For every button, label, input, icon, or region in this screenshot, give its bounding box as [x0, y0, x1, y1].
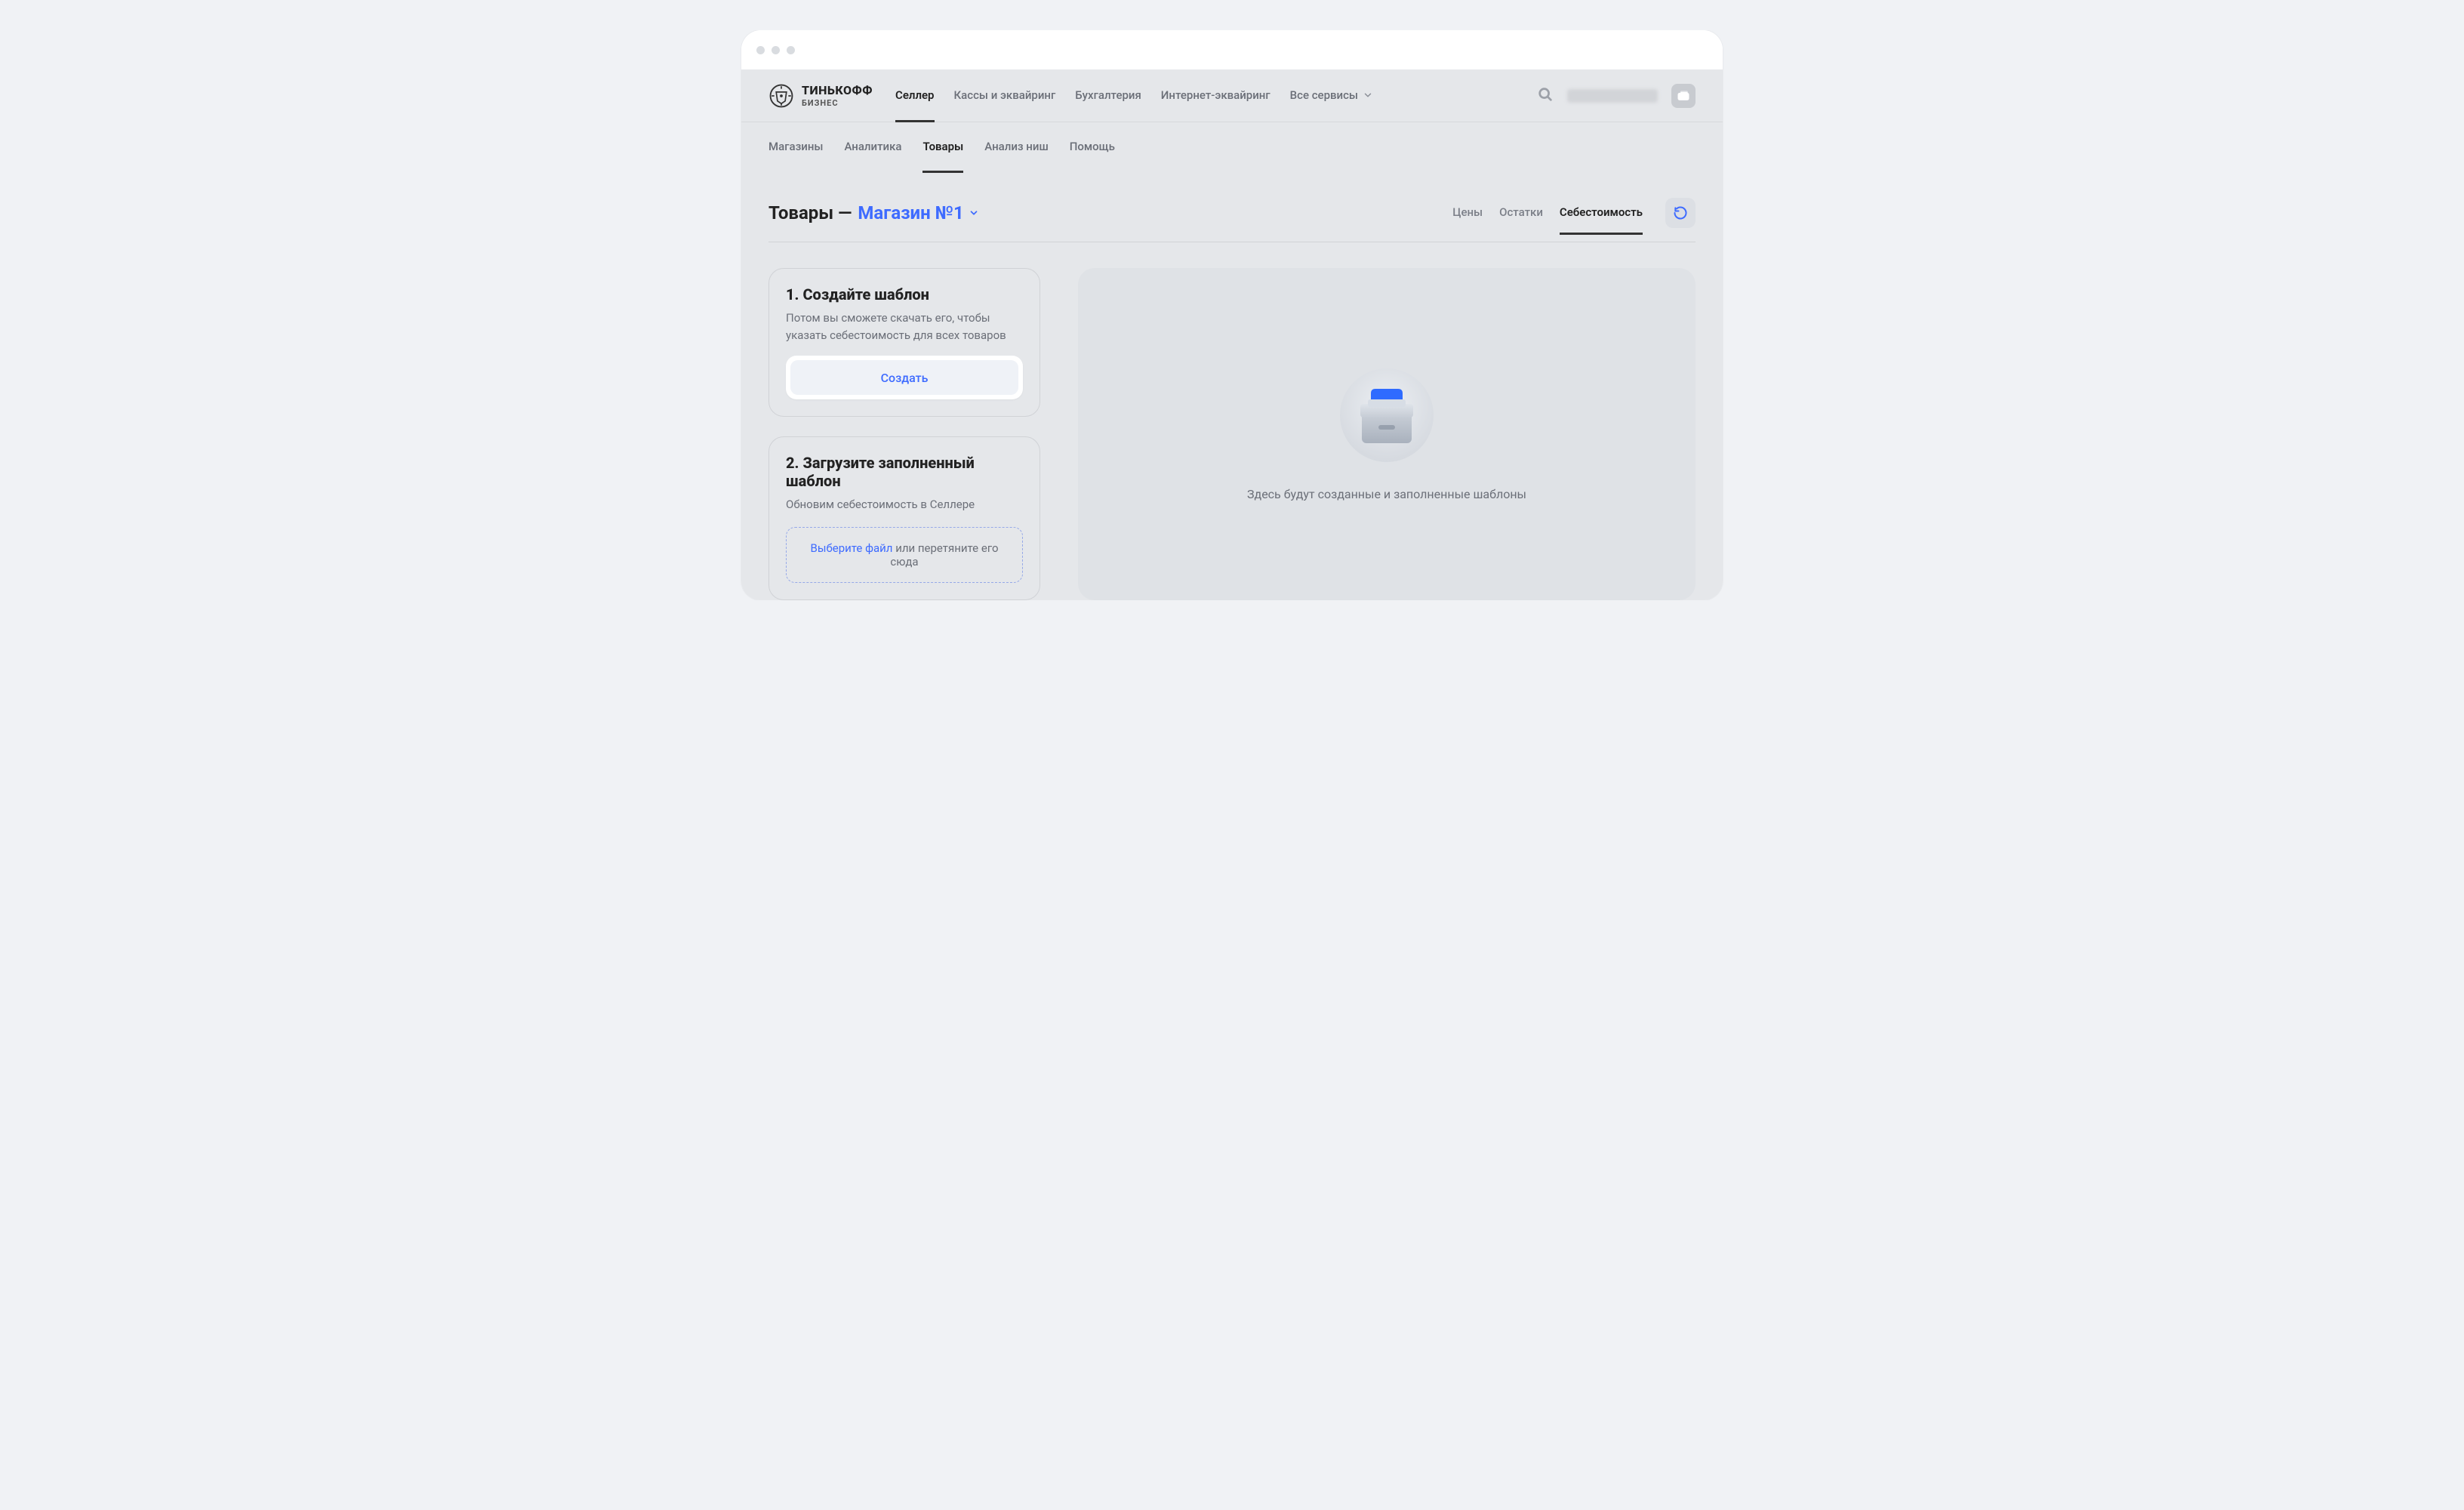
subnav-label: Помощь — [1070, 140, 1115, 153]
subnav-niches[interactable]: Анализ ниш — [984, 122, 1048, 173]
wallet-icon — [1676, 88, 1691, 103]
tab-cost[interactable]: Себестоимость — [1560, 205, 1643, 235]
browser-window: ТИНЬКОФФ БИЗНЕС Селлер Кассы и эквайринг… — [741, 30, 1723, 600]
logo-icon — [768, 83, 794, 109]
nav-label: Все сервисы — [1290, 88, 1358, 102]
subnav-goods[interactable]: Товары — [922, 122, 963, 173]
file-dropzone[interactable]: Выберите файл или перетяните его сюда — [786, 527, 1023, 583]
nav-label: Селлер — [895, 88, 934, 102]
logo-line2: БИЗНЕС — [802, 99, 873, 107]
step2-title: 2. Загрузите заполненный шаблон — [786, 454, 1023, 490]
empty-state-text: Здесь будут созданные и заполненные шабл… — [1247, 487, 1526, 501]
step1-title: 1. Создайте шаблон — [786, 285, 1023, 304]
primary-nav: Селлер Кассы и эквайринг Бухгалтерия Инт… — [895, 69, 1373, 122]
app-shell: ТИНЬКОФФ БИЗНЕС Селлер Кассы и эквайринг… — [741, 69, 1723, 600]
browser-chrome — [741, 30, 1723, 69]
tab-label: Себестоимость — [1560, 205, 1643, 219]
logo-line1: ТИНЬКОФФ — [802, 85, 873, 97]
dropzone-text: или перетяните его сюда — [890, 541, 998, 569]
step1-desc: Потом вы сможете скачать его, чтобы указ… — [786, 310, 1023, 344]
create-template-button[interactable]: Создать — [790, 360, 1018, 395]
chevron-down-icon — [969, 208, 979, 218]
create-button-wrap: Создать — [786, 356, 1023, 399]
nav-label: Интернет-эквайринг — [1161, 88, 1270, 102]
subnav-label: Товары — [922, 140, 963, 153]
window-dot — [772, 46, 780, 54]
nav-accounting[interactable]: Бухгалтерия — [1075, 69, 1141, 122]
subnav-help[interactable]: Помощь — [1070, 122, 1115, 173]
step-card-2: 2. Загрузите заполненный шаблон Обновим … — [768, 436, 1040, 600]
page-header: Товары — Магазин №1 Цены Остатки Себесто… — [768, 198, 1696, 242]
page-title-prefix: Товары — — [768, 202, 852, 223]
subnav-shops[interactable]: Магазины — [768, 122, 823, 173]
nav-seller[interactable]: Селлер — [895, 69, 934, 122]
templates-panel: Здесь будут созданные и заполненные шабл… — [1078, 268, 1696, 600]
wallet-button[interactable] — [1671, 84, 1696, 108]
page: Товары — Магазин №1 Цены Остатки Себесто… — [741, 172, 1723, 600]
logo-text: ТИНЬКОФФ БИЗНЕС — [802, 85, 873, 107]
window-dot — [787, 46, 795, 54]
topbar-right — [1537, 84, 1696, 108]
top-bar: ТИНЬКОФФ БИЗНЕС Селлер Кассы и эквайринг… — [741, 69, 1723, 122]
logo[interactable]: ТИНЬКОФФ БИЗНЕС — [768, 83, 873, 109]
subnav-label: Магазины — [768, 140, 823, 153]
tab-stock[interactable]: Остатки — [1499, 205, 1543, 235]
nav-all-services[interactable]: Все сервисы — [1290, 69, 1373, 122]
shop-selector[interactable]: Магазин №1 — [858, 202, 978, 223]
sub-nav: Магазины Аналитика Товары Анализ ниш Пом… — [741, 122, 1723, 172]
nav-label: Бухгалтерия — [1075, 88, 1141, 102]
nav-acquiring[interactable]: Интернет-эквайринг — [1161, 69, 1270, 122]
step-card-1: 1. Создайте шаблон Потом вы сможете скач… — [768, 268, 1040, 417]
refresh-icon — [1673, 205, 1688, 220]
tab-prices[interactable]: Цены — [1452, 205, 1483, 235]
page-tabs: Цены Остатки Себестоимость — [1452, 198, 1696, 228]
search-button[interactable] — [1537, 86, 1554, 106]
step2-desc: Обновим себестоимость в Селлере — [786, 496, 1023, 513]
subnav-label: Аналитика — [844, 140, 901, 153]
button-label: Создать — [881, 371, 929, 385]
shop-name: Магазин №1 — [858, 202, 963, 223]
subnav-label: Анализ ниш — [984, 140, 1048, 153]
tab-label: Цены — [1452, 205, 1483, 219]
chevron-down-icon — [1363, 90, 1373, 100]
nav-label: Кассы и эквайринг — [954, 88, 1056, 102]
content: 1. Создайте шаблон Потом вы сможете скач… — [768, 242, 1696, 600]
choose-file-link[interactable]: Выберите файл — [810, 541, 892, 555]
page-title: Товары — Магазин №1 — [768, 202, 979, 223]
user-name-placeholder — [1567, 89, 1658, 103]
window-dot — [756, 46, 765, 54]
refresh-button[interactable] — [1665, 198, 1696, 228]
drawer-illustration — [1338, 366, 1436, 464]
tab-label: Остатки — [1499, 205, 1543, 219]
steps-sidebar: 1. Создайте шаблон Потом вы сможете скач… — [768, 268, 1040, 600]
subnav-analytics[interactable]: Аналитика — [844, 122, 901, 173]
nav-kassy[interactable]: Кассы и эквайринг — [954, 69, 1056, 122]
search-icon — [1537, 86, 1554, 103]
